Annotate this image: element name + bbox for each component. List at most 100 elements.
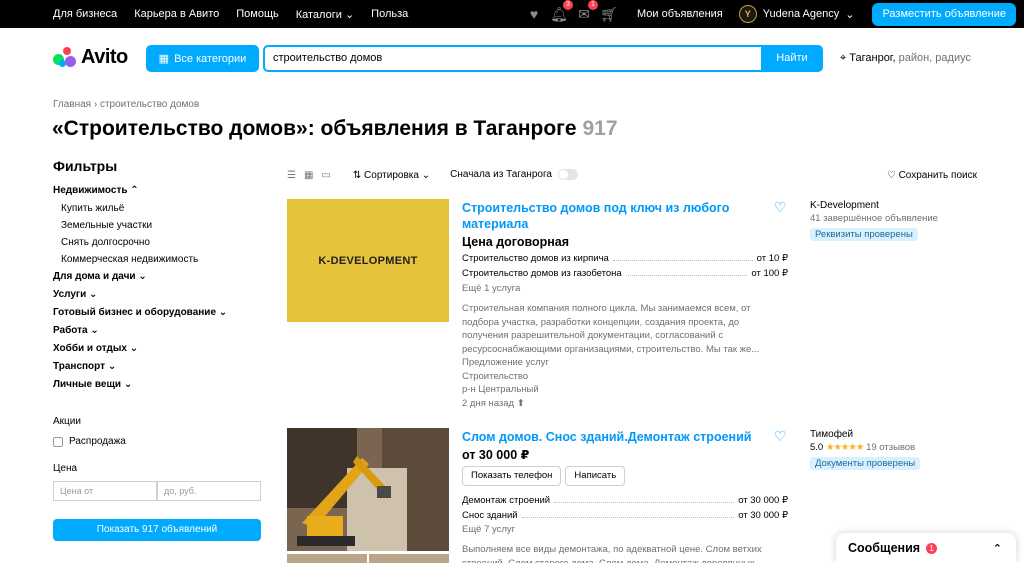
link-career[interactable]: Карьера в Авито (134, 8, 219, 20)
toggle-switch[interactable] (557, 169, 578, 181)
filter-sub-land[interactable]: Земельные участки (53, 217, 263, 234)
sale-label: Распродажа (69, 436, 126, 447)
messages-widget[interactable]: Сообщения 1 ⌃ (836, 533, 1016, 563)
breadcrumb-separator: › (93, 99, 98, 110)
map-view-icon[interactable]: ▭ (321, 170, 330, 181)
filter-category-label: Личные вещи (53, 379, 122, 390)
sale-checkbox[interactable]: Распродажа (53, 436, 263, 447)
results-count: 917 (582, 117, 618, 140)
filter-category-services[interactable]: Услуги ⌄ (53, 286, 263, 304)
write-message-button[interactable]: Написать (565, 466, 626, 486)
thumbnail[interactable] (369, 554, 449, 563)
price-from-input[interactable]: Цена от (53, 481, 157, 501)
chevron-up-icon[interactable]: ⌃ (993, 542, 1002, 555)
find-button[interactable]: Найти (761, 45, 823, 72)
list-view-icon[interactable]: ☰ (287, 170, 296, 181)
contact-buttons: Показать телефон Написать (462, 466, 626, 486)
location-rest: район, радиус (895, 52, 971, 64)
seller-name[interactable]: K-Development (810, 200, 938, 211)
chat-icon[interactable]: ✉ 1 (576, 0, 598, 22)
my-ads-link[interactable]: Мои объявления (637, 8, 723, 20)
listing-description: Строительная компания полного цикла. Мы … (462, 303, 760, 355)
service-name: Демонтаж строений (462, 495, 551, 506)
top-bar: Для бизнеса Карьера в Авито Помощь Катал… (0, 0, 1024, 28)
link-catalogs[interactable]: Каталоги ⌄ (296, 8, 354, 21)
post-ad-button[interactable]: Разместить объявление (872, 2, 1016, 26)
save-search-button[interactable]: ♡ Сохранить поиск (887, 170, 977, 181)
listing-date-text: 2 дня назад (462, 397, 515, 409)
chevron-down-icon: ⌄ (129, 343, 139, 354)
seller-name[interactable]: Тимофей (810, 429, 920, 440)
filter-sub-rent[interactable]: Снять долгосрочно (53, 234, 263, 251)
favorite-heart-icon[interactable]: ♡ (774, 199, 787, 216)
service-row: Строительство домов из газобетона от 100 … (462, 266, 788, 281)
service-name: Строительство домов из газобетона (462, 268, 622, 279)
link-help[interactable]: Помощь (236, 8, 279, 20)
filter-category-transport[interactable]: Транспорт ⌄ (53, 358, 263, 376)
messages-badge: 1 (926, 542, 938, 554)
avito-dots-icon (53, 46, 77, 69)
show-phone-button[interactable]: Показать телефон (462, 466, 562, 486)
breadcrumb-current[interactable]: строительство домов (100, 99, 199, 110)
service-row: Строительство домов из кирпича от 10 ₽ (462, 251, 788, 266)
listing-date: 2 дня назад ⬆ (462, 397, 549, 411)
link-business[interactable]: Для бизнеса (53, 8, 117, 20)
notifications-badge: 3 (562, 0, 573, 10)
filter-category-personal[interactable]: Личные вещи ⌄ (53, 376, 263, 394)
chevron-down-icon: ⌄ (90, 325, 99, 336)
location-city: Таганрог, (849, 52, 896, 64)
avito-logo[interactable]: Avito (53, 46, 128, 69)
filter-category-label: Работа (53, 325, 88, 336)
more-services[interactable]: Ещё 1 услуга (462, 283, 520, 294)
listing-title[interactable]: Строительство домов под ключ из любого м… (462, 200, 762, 232)
sort-label: Сортировка (364, 169, 419, 181)
chevron-down-icon: ⌄ (138, 271, 147, 282)
all-categories-button[interactable]: ▦ Все категории (146, 45, 259, 72)
listing-price: от 30 000 ₽ (462, 448, 530, 462)
filter-sub-buy-home[interactable]: Купить жильё (53, 200, 263, 217)
filter-category-jobs[interactable]: Работа ⌄ (53, 322, 263, 340)
thumbnail-strip (287, 554, 449, 563)
thumbnail[interactable] (287, 554, 367, 563)
service-row: Снос зданий от 30 000 ₽ (462, 508, 788, 523)
filter-category-realty[interactable]: Недвижимость ⌃ (53, 182, 263, 200)
demolition-photo (287, 428, 449, 551)
link-benefit[interactable]: Польза (371, 8, 408, 20)
price-range: Цена от до, руб. (53, 481, 261, 501)
chevron-down-icon: ⌄ (845, 8, 855, 21)
favorite-heart-icon[interactable]: ♡ (774, 428, 787, 445)
location-selector[interactable]: ⌖ Таганрог, район, радиус (840, 52, 971, 65)
heart-outline-icon: ♡ (886, 169, 896, 181)
local-first-toggle[interactable]: Сначала из Таганрога (450, 169, 578, 181)
meta-district: р-н Центральный (462, 384, 539, 395)
grid-view-icon[interactable]: ▦ (304, 170, 313, 181)
filter-category-label: Услуги (53, 289, 87, 300)
filter-category-business[interactable]: Готовый бизнес и оборудование ⌄ (53, 304, 263, 322)
agency-name: Yudena Agency (762, 8, 840, 20)
page-title-text: «Строительство домов»: объявления в Тага… (52, 117, 577, 140)
listing-price: Цена договорная (462, 235, 570, 249)
show-results-button[interactable]: Показать 917 объявлений (53, 519, 261, 541)
filter-category-home[interactable]: Для дома и дачи ⌄ (53, 268, 263, 286)
sort-dropdown[interactable]: ⇅ Сортировка ⌄ (353, 170, 430, 181)
seller-sub: 41 завершённое объявление (810, 213, 938, 224)
filter-sub-commercial[interactable]: Коммерческая недвижимость (53, 251, 263, 268)
listing-title[interactable]: Слом домов. Снос зданий.Демонтаж строени… (462, 429, 762, 445)
search-input[interactable]: строительство домов (263, 45, 763, 72)
price-label: Цена (53, 463, 78, 474)
cart-icon[interactable]: 🛒︎ (600, 6, 618, 22)
listing-image[interactable] (287, 428, 449, 551)
rating-stars-icon: ★★★★★ (825, 442, 865, 453)
profile-menu[interactable]: Y Yudena Agency ⌄ (738, 5, 855, 23)
promoted-arrow-icon: ⬆ (516, 397, 525, 409)
price-to-input[interactable]: до, руб. (157, 481, 261, 501)
favorites-heart-icon[interactable]: ♥ (526, 6, 542, 22)
listing-image[interactable]: K-DEVELOPMENT (287, 199, 449, 322)
notifications-bell-icon[interactable]: 🔔︎ 3 (550, 0, 573, 22)
breadcrumb: Главная › строительство домов (53, 99, 199, 110)
chevron-down-icon: ⌄ (344, 8, 355, 21)
breadcrumb-home[interactable]: Главная (53, 99, 91, 110)
reviews-link[interactable]: 19 отзывов (866, 442, 915, 453)
more-services[interactable]: Ещё 7 услуг (462, 524, 515, 535)
filter-category-hobby[interactable]: Хобби и отдых ⌄ (53, 340, 263, 358)
